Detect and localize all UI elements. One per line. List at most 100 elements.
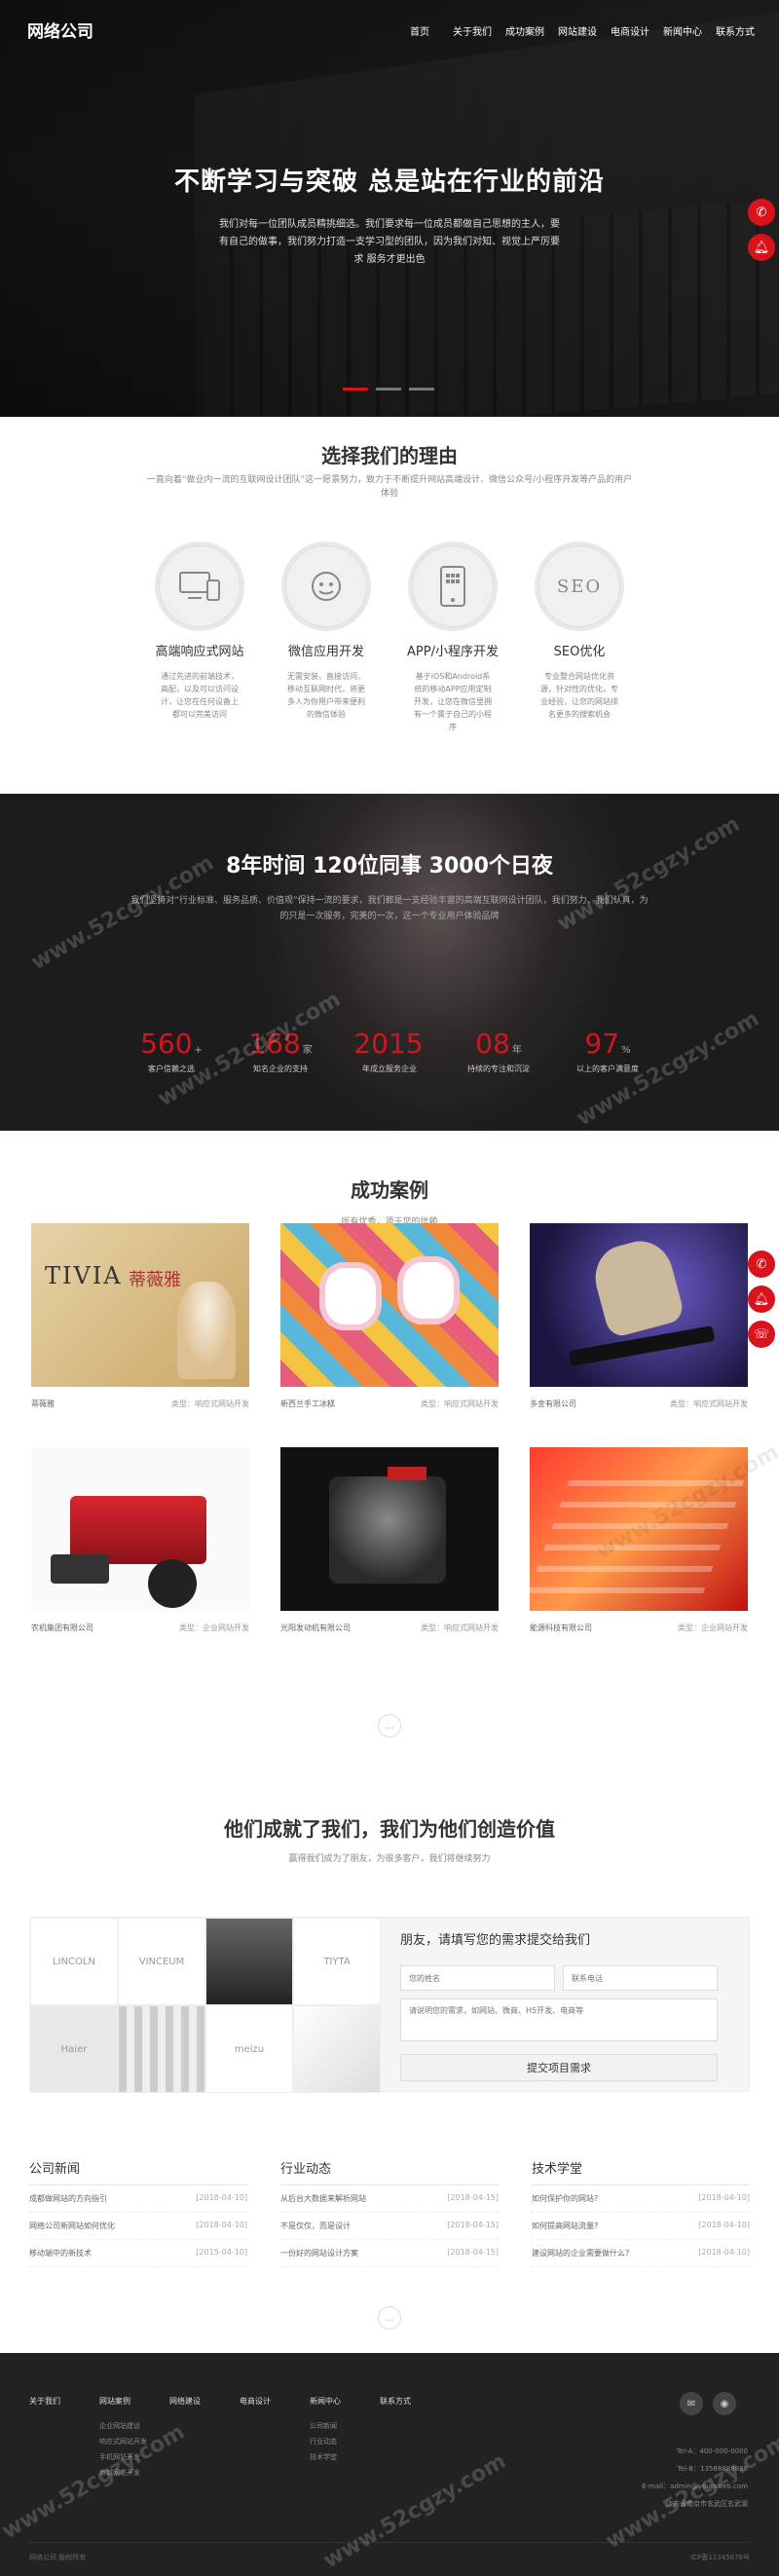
news-item-date: [2018-04-10] xyxy=(698,2221,750,2229)
footer-column-title[interactable]: 网站案例 xyxy=(99,2396,169,2407)
devices-icon xyxy=(155,541,244,631)
case-type: 类型：响应式网站开发 xyxy=(171,1400,249,1408)
news-item[interactable]: 网络公司新网站如何优化 [2018-04-10] xyxy=(29,2213,247,2240)
more-button[interactable]: ... xyxy=(378,1714,401,1737)
nav-web[interactable]: 网站建设 xyxy=(551,23,604,38)
footer-link[interactable]: 商城网站开发 xyxy=(99,2465,169,2481)
news-item-title[interactable]: 建设网站的企业需要做什么? xyxy=(532,2248,629,2259)
bell-icon[interactable]: 🔔︎ xyxy=(748,234,775,261)
news-item[interactable]: 建设网站的企业需要做什么? [2018-04-10] xyxy=(532,2240,750,2267)
why-item[interactable]: 高端响应式网站 通过先进的前端技术，高配，以及可以访问设计，让您在任何设备上都可… xyxy=(151,541,248,733)
case-card[interactable]: 多金有限公司 类型：响应式网站开发 xyxy=(530,1223,748,1428)
footer-social: ✉ ◉ xyxy=(680,2392,736,2415)
news-item-date: [2018-04-15] xyxy=(447,2193,499,2202)
phone-icon[interactable]: ✆ xyxy=(748,199,775,226)
news-item-title[interactable]: 网络公司新网站如何优化 xyxy=(29,2221,115,2231)
wechat-icon xyxy=(281,541,371,631)
news-column-title[interactable]: 公司新闻 xyxy=(29,2158,247,2185)
slider-dot[interactable] xyxy=(343,388,368,391)
nav-news[interactable]: 新闻中心 xyxy=(656,23,709,38)
chat-icon[interactable]: ☏ xyxy=(748,1321,775,1348)
footer-link[interactable]: 手机网站开发 xyxy=(99,2449,169,2465)
slider-dot[interactable] xyxy=(409,388,434,391)
case-card[interactable]: 能源科技有限公司 类型：企业网站开发 xyxy=(530,1447,748,1652)
nav-ecommerce[interactable]: 电商设计 xyxy=(604,23,656,38)
why-item[interactable]: APP/小程序开发 基于iOS和Android系统的移动APP应用定制开发，让您… xyxy=(404,541,501,733)
stat-unit: 年 xyxy=(511,1045,522,1056)
news-item[interactable]: 不是仅仅，而是设计 [2018-04-15] xyxy=(280,2213,499,2240)
case-type: 类型：响应式网站开发 xyxy=(421,1400,499,1408)
footer-columns: 关于我们 网站案例 企业网站建设 响应式网站开发 手机网站开发 商城网站开发 网… xyxy=(29,2396,450,2481)
nav-cases[interactable]: 成功案例 xyxy=(499,23,551,38)
footer-column-title[interactable]: 联系方式 xyxy=(380,2396,450,2407)
icp-number[interactable]: ICP备12345678号 xyxy=(690,2553,750,2562)
news-item-title[interactable]: 成都做网站的方向指引 xyxy=(29,2193,107,2204)
case-image xyxy=(31,1447,249,1611)
news-item[interactable]: 成都做网站的方向指引 [2018-04-10] xyxy=(29,2185,247,2213)
stat-item: 2015 年成立服务企业 xyxy=(335,1027,444,1074)
footer-column: 电商设计 xyxy=(240,2396,310,2481)
footer-link[interactable]: 企业网站建设 xyxy=(99,2418,169,2434)
footer-column-title[interactable]: 电商设计 xyxy=(240,2396,310,2407)
news-item-title[interactable]: 移动端中的新技术 xyxy=(29,2248,92,2259)
partners-panel: LINCOLN VINCEUM TIYTA Haier meizu 朋友，请填写… xyxy=(29,1917,750,2093)
case-card[interactable]: 农机集团有限公司 类型：企业网站开发 xyxy=(31,1447,249,1652)
weibo-icon[interactable]: ◉ xyxy=(713,2392,736,2415)
case-card[interactable]: 光阳发动机有限公司 类型：响应式网站开发 xyxy=(280,1447,499,1652)
case-card[interactable]: TIVIA 蒂薇雅 蒂薇雅 类型：响应式网站开发 xyxy=(31,1223,249,1428)
name-input[interactable] xyxy=(400,1965,555,1991)
stat-unit: 家 xyxy=(302,1045,313,1056)
site-logo[interactable]: 网络公司 xyxy=(27,18,93,42)
news-column-title[interactable]: 技术学堂 xyxy=(532,2158,750,2185)
nav-contact[interactable]: 联系方式 xyxy=(709,23,761,38)
brand-logo: VINCEUM xyxy=(118,1918,205,2005)
nav-about[interactable]: 关于我们 xyxy=(446,23,499,38)
page-root: 网络公司 首页 关于我们 成功案例 网站建设 电商设计 新闻中心 联系方式 不断… xyxy=(0,0,779,2576)
news-item-title[interactable]: 从后台大数据来解析网站 xyxy=(280,2193,366,2204)
slider-dot[interactable] xyxy=(376,388,401,391)
news-item[interactable]: 如何提高网站流量? [2018-04-10] xyxy=(532,2213,750,2240)
news-item[interactable]: 一份好的网站设计方案 [2018-04-15] xyxy=(280,2240,499,2267)
news-item[interactable]: 如何保护你的网站? [2018-04-10] xyxy=(532,2185,750,2213)
footer-link[interactable]: 行业动态 xyxy=(310,2434,380,2449)
stat-value: 560 xyxy=(140,1027,193,1060)
footer-column-title[interactable]: 关于我们 xyxy=(29,2396,99,2407)
stat-unit: + xyxy=(194,1045,203,1056)
partners-subtitle: 赢得我们成为了朋友，为很多客户，我们将继续努力 xyxy=(288,1854,491,1864)
stat-label: 持续的专注和沉淀 xyxy=(467,1064,530,1073)
news-item-date: [2015-04-10] xyxy=(196,2248,247,2257)
footer-link[interactable]: 响应式网站开发 xyxy=(99,2434,169,2449)
news-item-title[interactable]: 不是仅仅，而是设计 xyxy=(280,2221,351,2231)
stat-value: 2015 xyxy=(353,1027,424,1060)
case-image xyxy=(530,1223,748,1387)
news-item-title[interactable]: 如何保护你的网站? xyxy=(532,2193,598,2204)
more-button[interactable]: ... xyxy=(378,2306,401,2330)
news-item[interactable]: 移动端中的新技术 [2015-04-10] xyxy=(29,2240,247,2267)
copyright: 网络公司 版权所有 xyxy=(29,2554,87,2561)
wechat-icon[interactable]: ✉ xyxy=(680,2392,703,2415)
why-title: 选择我们的理由 xyxy=(321,444,458,467)
bell-icon[interactable]: 🔔︎ xyxy=(748,1286,775,1313)
why-item[interactable]: SEO SEO优化 专业整合网站优化资源，针对性的优化，专业经验，让您的网站排名… xyxy=(531,541,628,733)
footer-link[interactable]: 技术学堂 xyxy=(310,2449,380,2465)
main-nav: 首页 关于我们 成功案例 网站建设 电商设计 新闻中心 联系方式 xyxy=(393,23,761,38)
news-item-title[interactable]: 如何提高网站流量? xyxy=(532,2221,598,2231)
message-input[interactable] xyxy=(400,1998,718,2041)
news-item-date: [2018-04-10] xyxy=(698,2248,750,2257)
stat-item: 08 年 持续的专注和沉淀 xyxy=(444,1027,553,1074)
submit-button[interactable]: 提交项目需求 xyxy=(400,2054,718,2081)
nav-home[interactable]: 首页 xyxy=(393,23,446,38)
phone-icon[interactable]: ✆ xyxy=(748,1251,775,1278)
why-subtitle: 一直向着“做业内一流的互联网设计团队”这一愿景努力，致力于不断提升网站高端设计、… xyxy=(146,475,633,499)
stat-item: 168 家 知名企业的支持 xyxy=(226,1027,335,1074)
news-item[interactable]: 从后台大数据来解析网站 [2018-04-15] xyxy=(280,2185,499,2213)
hero-overlay xyxy=(0,0,779,417)
footer-column-title[interactable]: 新闻中心 xyxy=(310,2396,380,2407)
news-column-title[interactable]: 行业动态 xyxy=(280,2158,499,2185)
phone-input[interactable] xyxy=(563,1965,718,1991)
news-item-title[interactable]: 一份好的网站设计方案 xyxy=(280,2248,358,2259)
footer-column-title[interactable]: 网络建设 xyxy=(169,2396,240,2407)
case-card[interactable]: 新西兰手工冰糕 类型：响应式网站开发 xyxy=(280,1223,499,1428)
why-item[interactable]: 微信应用开发 无需安装，直接访问，移动互联网时代，将更多人为你用户带来便利的微信… xyxy=(278,541,375,733)
footer-link[interactable]: 公司新闻 xyxy=(310,2418,380,2434)
